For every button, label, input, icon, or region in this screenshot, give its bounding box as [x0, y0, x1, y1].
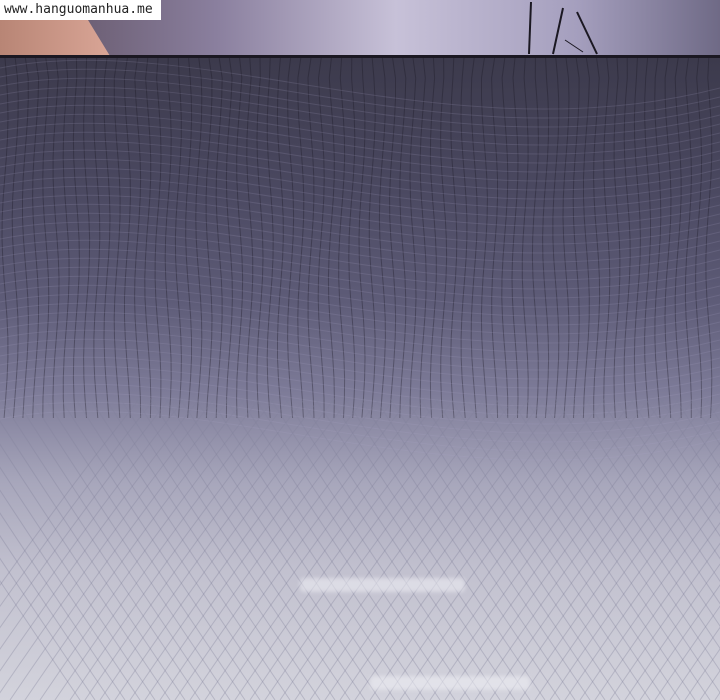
texture-streak — [674, 58, 682, 419]
texture-streak — [317, 58, 325, 419]
texture-mesh — [0, 397, 201, 672]
texture-streak — [368, 58, 376, 419]
texture-streak — [93, 58, 101, 419]
texture-streak — [409, 58, 417, 419]
texture-streak — [225, 58, 233, 419]
texture-streak — [144, 58, 152, 419]
texture-streak — [552, 58, 560, 419]
texture-streak — [83, 58, 91, 419]
texture-streak — [195, 58, 203, 419]
texture-streak — [399, 58, 407, 419]
texture-streak — [215, 58, 223, 419]
texture-mesh — [0, 397, 201, 700]
texture-streak — [338, 58, 346, 419]
texture-streak — [164, 58, 172, 419]
texture-streak — [327, 58, 335, 419]
texture-streak — [378, 58, 386, 419]
texture-streak — [266, 58, 274, 419]
texture-streak — [103, 58, 111, 419]
texture-mesh — [554, 397, 720, 650]
texture-streak — [62, 58, 70, 419]
texture-mesh — [504, 403, 720, 700]
texture-streak — [419, 58, 427, 419]
figure-arm — [0, 20, 110, 56]
texture-streak — [42, 58, 50, 419]
texture-streak — [521, 58, 529, 419]
texture-mesh — [704, 397, 720, 423]
texture-streak — [562, 58, 570, 419]
texture-streak — [654, 58, 662, 419]
texture-streak — [134, 58, 142, 419]
branch-lines — [528, 1, 598, 55]
texture-streak — [52, 58, 60, 419]
texture-mesh — [0, 397, 216, 694]
texture-streak — [593, 58, 601, 418]
texture-streak — [11, 58, 19, 419]
texture-streak — [256, 58, 264, 419]
texture-mesh — [0, 420, 186, 700]
texture-streak — [287, 58, 295, 419]
texture-streak — [460, 58, 468, 419]
texture-mesh — [669, 626, 720, 700]
texture-mesh — [0, 580, 81, 700]
texture-streak — [236, 58, 244, 419]
texture-streak — [480, 58, 488, 419]
texture-streak — [113, 58, 121, 419]
texture-streak — [603, 58, 611, 419]
texture-mesh — [0, 397, 186, 650]
texture-streak — [389, 58, 397, 419]
texture-mesh — [0, 535, 111, 700]
texture-streak — [531, 58, 539, 419]
texture-streak — [450, 58, 458, 419]
line-texture — [0, 58, 720, 700]
texture-streak — [501, 58, 509, 418]
texture-mesh — [59, 397, 261, 700]
texture-streak — [348, 58, 356, 419]
texture-streak — [542, 58, 550, 419]
texture-streak — [705, 58, 713, 419]
texture-streak — [470, 58, 478, 419]
texture-streak — [276, 58, 284, 419]
texture-streak — [572, 58, 580, 419]
texture-mesh — [29, 397, 231, 700]
texture-streak — [623, 58, 631, 419]
texture-mesh — [0, 512, 126, 700]
blurred-text-1 — [300, 578, 465, 592]
texture-mesh — [14, 397, 216, 700]
texture-streak — [582, 58, 590, 419]
texture-streak — [684, 58, 692, 418]
texture-streak — [32, 58, 40, 419]
texture-streak — [613, 58, 621, 419]
texture-streak — [72, 58, 80, 419]
texture-streak — [123, 58, 131, 419]
texture-streak — [22, 58, 29, 419]
texture-streak — [154, 58, 162, 419]
texture-mesh — [624, 563, 720, 700]
texture-streak — [205, 58, 213, 419]
texture-mesh — [44, 397, 246, 700]
texture-streak — [511, 58, 519, 419]
texture-streak — [491, 58, 499, 419]
texture-mesh — [534, 442, 720, 700]
site-watermark: www.hanguomanhua.me — [0, 0, 161, 20]
texture-mesh — [564, 481, 720, 700]
texture-streak — [297, 58, 305, 419]
texture-mesh — [524, 397, 720, 694]
blurred-text-2 — [370, 676, 530, 690]
comic-page: www.hanguomanhua.me — [0, 0, 720, 700]
textured-gradient-panel — [0, 58, 720, 700]
texture-streak — [664, 58, 672, 419]
